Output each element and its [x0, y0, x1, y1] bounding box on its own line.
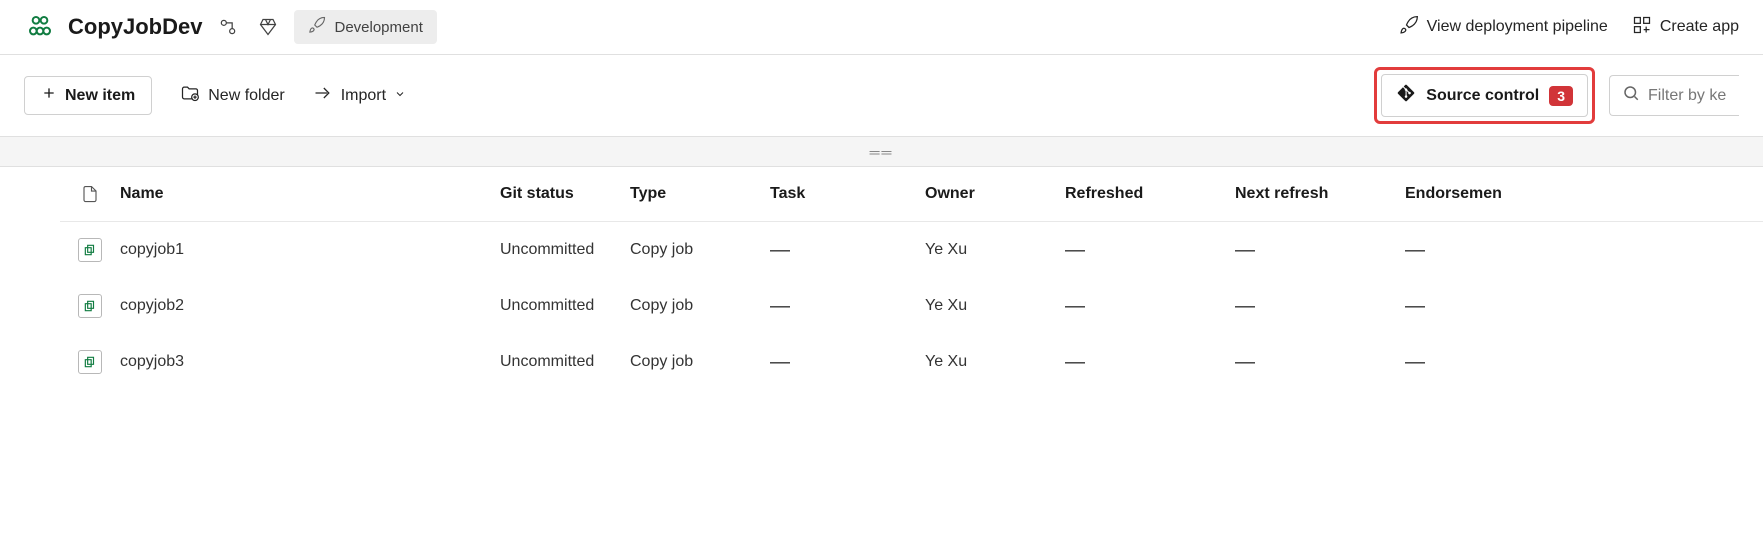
- column-header-git-status[interactable]: Git status: [500, 185, 630, 203]
- drag-handle-icon: ══: [870, 144, 894, 160]
- row-name[interactable]: copyjob1: [120, 241, 500, 259]
- row-owner: Ye Xu: [925, 241, 1065, 259]
- row-next-refresh: —: [1235, 239, 1405, 262]
- source-control-badge: 3: [1549, 86, 1573, 106]
- new-folder-button[interactable]: New folder: [180, 83, 284, 108]
- row-endorsement: —: [1405, 295, 1535, 318]
- column-header-name[interactable]: Name: [120, 185, 500, 203]
- copyjob-icon: [78, 238, 102, 262]
- row-icon-cell: [60, 238, 120, 262]
- copyjob-icon: [78, 350, 102, 374]
- development-label: Development: [334, 19, 422, 36]
- new-item-button[interactable]: New item: [24, 76, 152, 115]
- diamond-icon[interactable]: [254, 13, 282, 41]
- row-git-status: Uncommitted: [500, 353, 630, 371]
- filter-input[interactable]: [1648, 87, 1738, 105]
- row-next-refresh: —: [1235, 351, 1405, 374]
- table-row[interactable]: copyjob3 Uncommitted Copy job — Ye Xu — …: [60, 334, 1763, 390]
- development-stage-pill[interactable]: Development: [294, 10, 436, 44]
- table-header-row: Name Git status Type Task Owner Refreshe…: [60, 167, 1763, 222]
- row-task: —: [770, 295, 925, 318]
- search-icon: [1622, 84, 1640, 107]
- toolbar-left: New item New folder Import: [24, 76, 406, 115]
- row-task: —: [770, 239, 925, 262]
- view-pipeline-label: View deployment pipeline: [1427, 18, 1608, 36]
- filter-input-container[interactable]: [1609, 75, 1739, 116]
- row-name[interactable]: copyjob2: [120, 297, 500, 315]
- git-icon: [1396, 83, 1416, 108]
- column-header-refreshed[interactable]: Refreshed: [1065, 185, 1235, 203]
- toolbar: New item New folder Import: [0, 55, 1763, 137]
- items-table: Name Git status Type Task Owner Refreshe…: [0, 167, 1763, 390]
- row-icon-cell: [60, 350, 120, 374]
- row-owner: Ye Xu: [925, 353, 1065, 371]
- rocket-icon: [308, 16, 326, 38]
- row-name[interactable]: copyjob3: [120, 353, 500, 371]
- new-item-label: New item: [65, 87, 135, 105]
- column-header-icon[interactable]: [60, 185, 120, 203]
- column-header-owner[interactable]: Owner: [925, 185, 1065, 203]
- row-refreshed: —: [1065, 351, 1235, 374]
- table-row[interactable]: copyjob2 Uncommitted Copy job — Ye Xu — …: [60, 278, 1763, 334]
- workspace-icon: [24, 11, 56, 43]
- folder-plus-icon: [180, 83, 200, 108]
- row-type: Copy job: [630, 353, 770, 371]
- app-grid-icon: [1632, 15, 1652, 40]
- create-app-label: Create app: [1660, 18, 1739, 36]
- workspace-title: CopyJobDev: [68, 14, 202, 40]
- row-refreshed: —: [1065, 239, 1235, 262]
- page-header: CopyJobDev Development: [0, 0, 1763, 55]
- header-left: CopyJobDev Development: [24, 10, 437, 44]
- rocket-icon: [1399, 15, 1419, 40]
- drag-resize-bar[interactable]: ══: [0, 137, 1763, 167]
- row-refreshed: —: [1065, 295, 1235, 318]
- row-git-status: Uncommitted: [500, 297, 630, 315]
- row-endorsement: —: [1405, 351, 1535, 374]
- row-next-refresh: —: [1235, 295, 1405, 318]
- chevron-down-icon: [394, 87, 406, 105]
- source-control-highlight: Source control 3: [1374, 67, 1595, 124]
- row-owner: Ye Xu: [925, 297, 1065, 315]
- column-header-next-refresh[interactable]: Next refresh: [1235, 185, 1405, 203]
- import-label: Import: [341, 87, 386, 105]
- row-endorsement: —: [1405, 239, 1535, 262]
- source-control-label: Source control: [1426, 87, 1539, 105]
- toolbar-right: Source control 3: [1374, 67, 1739, 124]
- column-header-type[interactable]: Type: [630, 185, 770, 203]
- new-folder-label: New folder: [208, 87, 284, 105]
- column-header-task[interactable]: Task: [770, 185, 925, 203]
- plus-icon: [41, 85, 57, 106]
- task-flow-icon[interactable]: [214, 13, 242, 41]
- row-type: Copy job: [630, 241, 770, 259]
- row-task: —: [770, 351, 925, 374]
- import-arrow-icon: [313, 83, 333, 108]
- row-icon-cell: [60, 294, 120, 318]
- source-control-button[interactable]: Source control 3: [1381, 74, 1588, 117]
- row-type: Copy job: [630, 297, 770, 315]
- table-row[interactable]: copyjob1 Uncommitted Copy job — Ye Xu — …: [60, 222, 1763, 278]
- copyjob-icon: [78, 294, 102, 318]
- header-right: View deployment pipeline Create app: [1399, 15, 1739, 40]
- row-git-status: Uncommitted: [500, 241, 630, 259]
- create-app-button[interactable]: Create app: [1632, 15, 1739, 40]
- column-header-endorsement[interactable]: Endorsemen: [1405, 185, 1535, 203]
- import-button[interactable]: Import: [313, 83, 406, 108]
- view-deployment-pipeline-button[interactable]: View deployment pipeline: [1399, 15, 1608, 40]
